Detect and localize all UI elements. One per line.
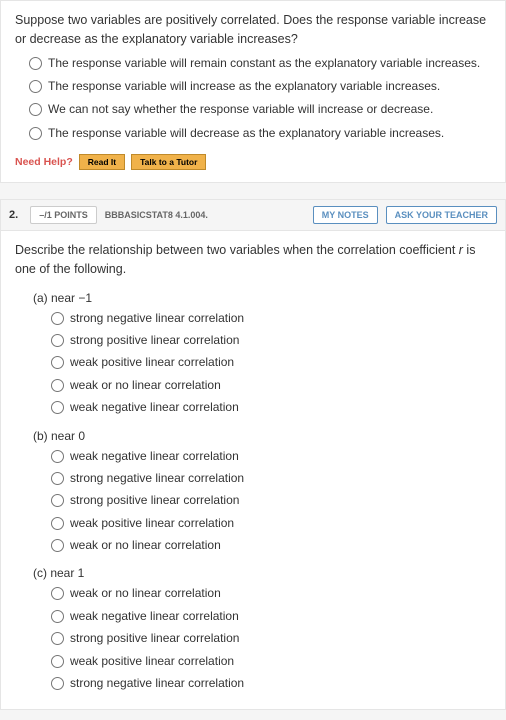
q2b-option[interactable]: weak or no linear correlation xyxy=(51,537,491,554)
part-c-label: (c) near 1 xyxy=(33,566,491,580)
option-label: strong negative linear correlation xyxy=(70,675,244,692)
q2b-option[interactable]: strong positive linear correlation xyxy=(51,492,491,509)
q1-option[interactable]: The response variable will decrease as t… xyxy=(29,125,491,142)
radio-input[interactable] xyxy=(51,610,64,623)
radio-input[interactable] xyxy=(51,379,64,392)
q1-option[interactable]: The response variable will remain consta… xyxy=(29,55,491,72)
need-help-label: Need Help? xyxy=(15,156,73,168)
prompt-pre: Describe the relationship between two va… xyxy=(15,243,459,257)
option-label: The response variable will decrease as t… xyxy=(48,125,444,142)
option-label: weak negative linear correlation xyxy=(70,608,239,625)
option-label: weak or no linear correlation xyxy=(70,377,221,394)
q2c-option[interactable]: strong positive linear correlation xyxy=(51,630,491,647)
question-1-card: Suppose two variables are positively cor… xyxy=(0,0,506,183)
radio-input[interactable] xyxy=(51,539,64,552)
q2a-option[interactable]: weak negative linear correlation xyxy=(51,399,491,416)
option-label: weak or no linear correlation xyxy=(70,585,221,602)
option-label: strong positive linear correlation xyxy=(70,332,239,349)
q2b-option[interactable]: weak negative linear correlation xyxy=(51,448,491,465)
question-1-options: The response variable will remain consta… xyxy=(29,55,491,143)
radio-input[interactable] xyxy=(29,80,42,93)
q2b-option[interactable]: weak positive linear correlation xyxy=(51,515,491,532)
help-row: Need Help? Read It Talk to a Tutor xyxy=(15,154,491,170)
option-label: We can not say whether the response vari… xyxy=(48,101,433,118)
option-label: weak negative linear correlation xyxy=(70,399,239,416)
my-notes-button[interactable]: MY NOTES xyxy=(313,206,378,224)
radio-input[interactable] xyxy=(51,334,64,347)
q2c-option[interactable]: weak or no linear correlation xyxy=(51,585,491,602)
question-id: BBBASICSTAT8 4.1.004. xyxy=(105,210,208,220)
q2a-option[interactable]: strong positive linear correlation xyxy=(51,332,491,349)
radio-input[interactable] xyxy=(51,655,64,668)
radio-input[interactable] xyxy=(51,401,64,414)
question-2-header: 2. –/1 POINTS BBBASICSTAT8 4.1.004. MY N… xyxy=(0,199,506,230)
read-it-button[interactable]: Read It xyxy=(79,154,125,170)
question-number: 2. xyxy=(9,209,22,221)
q1-option[interactable]: The response variable will increase as t… xyxy=(29,78,491,95)
option-label: weak positive linear correlation xyxy=(70,354,234,371)
radio-input[interactable] xyxy=(51,677,64,690)
radio-input[interactable] xyxy=(51,632,64,645)
q2c-option[interactable]: weak positive linear correlation xyxy=(51,653,491,670)
q2a-option[interactable]: weak positive linear correlation xyxy=(51,354,491,371)
q1-option[interactable]: We can not say whether the response vari… xyxy=(29,101,491,118)
radio-input[interactable] xyxy=(51,517,64,530)
question-2-prompt: Describe the relationship between two va… xyxy=(15,241,491,279)
ask-your-teacher-button[interactable]: ASK YOUR TEACHER xyxy=(386,206,497,224)
radio-input[interactable] xyxy=(51,450,64,463)
radio-input[interactable] xyxy=(29,127,42,140)
q2c-option[interactable]: strong negative linear correlation xyxy=(51,675,491,692)
option-label: weak positive linear correlation xyxy=(70,653,234,670)
points-box: –/1 POINTS xyxy=(30,206,97,224)
option-label: The response variable will increase as t… xyxy=(48,78,440,95)
part-b-options: weak negative linear correlation strong … xyxy=(51,448,491,555)
radio-input[interactable] xyxy=(51,312,64,325)
talk-to-tutor-button[interactable]: Talk to a Tutor xyxy=(131,154,206,170)
part-c-options: weak or no linear correlation weak negat… xyxy=(51,585,491,692)
option-label: weak positive linear correlation xyxy=(70,515,234,532)
radio-input[interactable] xyxy=(51,587,64,600)
option-label: weak negative linear correlation xyxy=(70,448,239,465)
question-1-prompt: Suppose two variables are positively cor… xyxy=(15,11,491,49)
part-a-options: strong negative linear correlation stron… xyxy=(51,310,491,417)
option-label: weak or no linear correlation xyxy=(70,537,221,554)
q2c-option[interactable]: weak negative linear correlation xyxy=(51,608,491,625)
part-a-label: (a) near −1 xyxy=(33,291,491,305)
q2a-option[interactable]: strong negative linear correlation xyxy=(51,310,491,327)
option-label: The response variable will remain consta… xyxy=(48,55,480,72)
question-2-card: Describe the relationship between two va… xyxy=(0,230,506,710)
radio-input[interactable] xyxy=(51,472,64,485)
option-label: strong negative linear correlation xyxy=(70,470,244,487)
q2b-option[interactable]: strong negative linear correlation xyxy=(51,470,491,487)
radio-input[interactable] xyxy=(29,57,42,70)
option-label: strong positive linear correlation xyxy=(70,492,239,509)
q2a-option[interactable]: weak or no linear correlation xyxy=(51,377,491,394)
radio-input[interactable] xyxy=(29,103,42,116)
option-label: strong negative linear correlation xyxy=(70,310,244,327)
radio-input[interactable] xyxy=(51,356,64,369)
radio-input[interactable] xyxy=(51,494,64,507)
option-label: strong positive linear correlation xyxy=(70,630,239,647)
part-b-label: (b) near 0 xyxy=(33,429,491,443)
